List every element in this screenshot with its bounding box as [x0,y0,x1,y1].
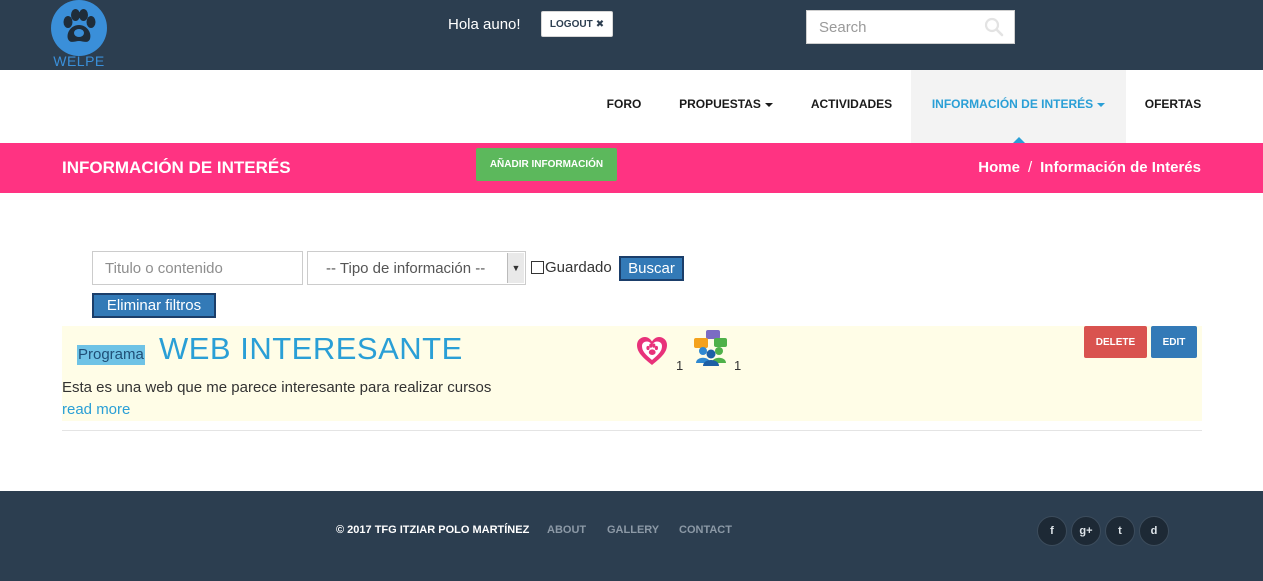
nav-item-ofertas[interactable]: OFERTAS [1126,70,1220,143]
saved-checkbox[interactable] [531,261,544,274]
nav-item-label: INFORMACIÓN DE INTERÉS [931,97,1094,111]
nav-item-actividades[interactable]: ACTIVIDADES [792,70,911,143]
facebook-icon[interactable]: f [1037,516,1067,546]
nav-item-foro[interactable]: FORO [588,70,660,143]
delete-button[interactable]: DELETE [1084,326,1147,358]
footer-link-about[interactable]: ABOUT [547,524,586,536]
caret-down-icon [764,102,773,107]
title-content-filter-input[interactable] [92,251,303,285]
google-plus-icon[interactable]: g+ [1071,516,1101,546]
add-information-button[interactable]: AÑADIR INFORMACIÓN [476,148,617,181]
twitter-icon[interactable]: t [1105,516,1135,546]
nav-item-label: OFERTAS [1144,97,1202,111]
breadcrumb-separator: / [1027,159,1033,176]
top-bar: WELPE Hola auno! LOGOUT ✖ [0,0,1263,70]
logo-text: WELPE [53,53,105,69]
page-banner: INFORMACIÓN DE INTERÉS AÑADIR INFORMACIÓ… [0,143,1263,193]
logout-button[interactable]: LOGOUT ✖ [541,11,613,37]
clear-filters-button[interactable]: Eliminar filtros [92,293,216,318]
post-divider [62,430,1202,431]
search-box[interactable] [806,10,1015,44]
greeting-text: Hola auno! [448,16,521,33]
breadcrumb: Home / Información de Interés [978,159,1201,176]
search-icon[interactable] [984,17,1004,37]
page-title: INFORMACIÓN DE INTERÉS [62,158,291,177]
breadcrumb-home-link[interactable]: Home [978,159,1020,176]
nav-item-informacion-de-interes[interactable]: INFORMACIÓN DE INTERÉS [911,70,1126,143]
select-value: -- Tipo de información -- [326,260,486,277]
information-type-select[interactable]: -- Tipo de información -- ▼ [307,251,526,285]
main-nav: FORO PROPUESTAS ACTIVIDADES INFORMACIÓN … [0,70,1263,143]
saved-checkbox-label: Guardado [545,259,612,276]
edit-button[interactable]: EDIT [1151,326,1197,358]
footer-link-contact[interactable]: CONTACT [679,524,732,536]
post-title[interactable]: WEB INTERESANTE [159,331,463,367]
favorites-count: 1 [676,358,684,373]
footer-link-gallery[interactable]: GALLERY [607,524,659,536]
nav-item-label: FORO [606,97,642,111]
copyright-text: © 2017 TFG ITZIAR POLO MARTÍNEZ [336,524,530,536]
search-input[interactable] [807,11,977,43]
comments-icon[interactable] [692,329,730,367]
read-more-link[interactable]: read more [62,401,130,418]
paw-logo-icon [51,0,107,56]
close-icon: ✖ [595,18,605,30]
dribbble-icon[interactable]: d [1139,516,1169,546]
category-tag: Programa [77,345,145,365]
logo[interactable]: WELPE [50,0,108,70]
comments-count: 1 [734,358,742,373]
footer: © 2017 TFG ITZIAR POLO MARTÍNEZ ABOUT GA… [0,491,1263,581]
logout-label: LOGOUT [549,18,593,30]
caret-down-icon [1097,102,1106,107]
breadcrumb-current: Información de Interés [1040,159,1201,176]
heart-paw-icon[interactable] [636,336,668,366]
nav-item-label: ACTIVIDADES [810,97,893,111]
nav-item-propuestas[interactable]: PROPUESTAS [660,70,792,143]
nav-item-label: PROPUESTAS [679,97,761,111]
search-button[interactable]: Buscar [619,256,684,281]
post-description: Esta es una web que me parece interesant… [62,379,492,396]
chevron-down-icon: ▼ [507,253,524,283]
